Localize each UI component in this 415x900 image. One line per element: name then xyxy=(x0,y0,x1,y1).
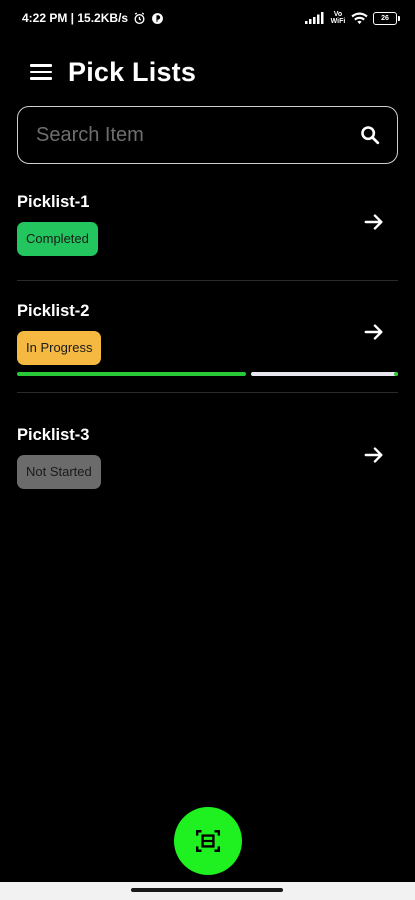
search-icon[interactable] xyxy=(359,124,381,146)
picklist-name: Picklist-3 xyxy=(17,426,90,444)
search-input[interactable] xyxy=(34,122,359,148)
picklist-item[interactable]: Picklist-1 Completed xyxy=(0,178,415,281)
system-nav-bar xyxy=(0,882,415,900)
progress-fill xyxy=(17,372,246,376)
app-bar: Pick Lists xyxy=(30,52,196,92)
picklist-list: Picklist-1 Completed Picklist-2 In Progr… xyxy=(0,178,415,503)
arrow-right-icon[interactable] xyxy=(363,211,385,233)
search-box xyxy=(17,106,398,164)
status-bar: 4:22 PM | 15.2KB/s Vo WiFi 26 xyxy=(0,0,415,36)
hamburger-menu-icon[interactable] xyxy=(30,64,52,80)
status-time-speed: 4:22 PM | 15.2KB/s xyxy=(22,11,129,25)
picklist-name: Picklist-2 xyxy=(17,302,90,320)
scan-icon xyxy=(195,830,221,852)
alarm-icon xyxy=(133,12,146,25)
picklist-item[interactable]: Picklist-3 Not Started xyxy=(0,393,415,503)
progress-remaining xyxy=(250,372,399,376)
picklist-name: Picklist-1 xyxy=(17,193,90,211)
status-right: Vo WiFi 26 xyxy=(305,11,400,25)
app-notification-icon xyxy=(151,12,164,25)
arrow-right-icon[interactable] xyxy=(363,321,385,343)
status-badge: Completed xyxy=(17,222,98,256)
scan-fab-button[interactable] xyxy=(174,807,242,875)
status-badge: In Progress xyxy=(17,331,102,365)
status-left: 4:22 PM | 15.2KB/s xyxy=(22,11,164,25)
picklist-item[interactable]: Picklist-2 In Progress xyxy=(0,281,415,393)
page-title: Pick Lists xyxy=(68,56,197,87)
battery-icon: 26 xyxy=(373,11,400,25)
wifi-icon xyxy=(351,11,368,25)
status-badge: Not Started xyxy=(17,455,101,489)
vowifi-label: Vo WiFi xyxy=(330,11,346,25)
arrow-right-icon[interactable] xyxy=(363,444,385,466)
signal-icon xyxy=(305,12,325,24)
progress-bar xyxy=(17,372,399,376)
gesture-handle[interactable] xyxy=(131,888,283,892)
